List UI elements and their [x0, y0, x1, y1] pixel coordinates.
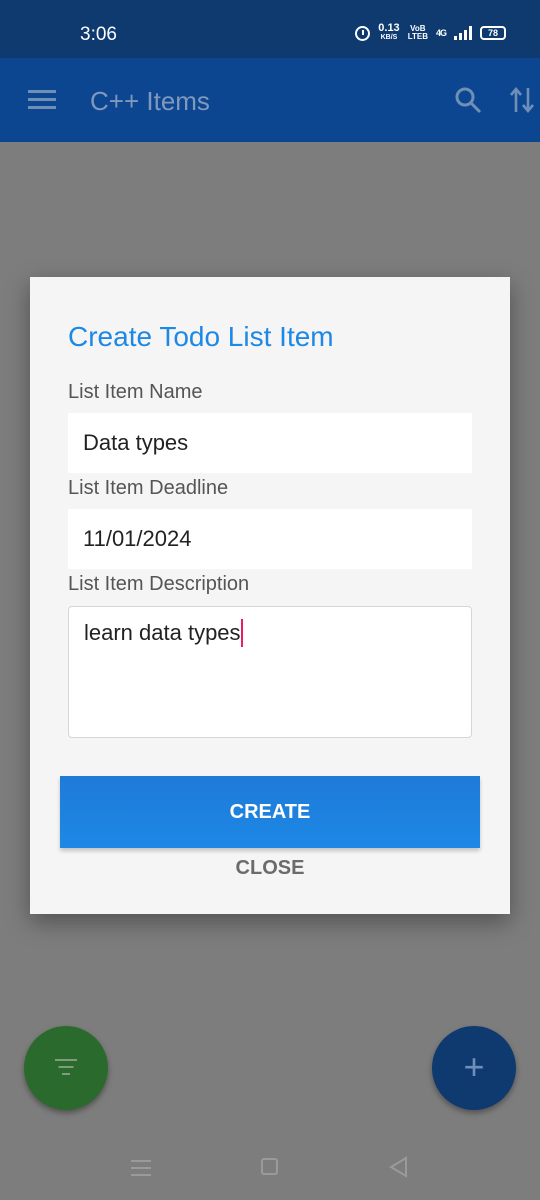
network-type: 4G	[435, 28, 447, 38]
create-todo-dialog: Create Todo List Item List Item Name Dat…	[30, 277, 510, 914]
text-cursor	[240, 619, 243, 647]
network-speed-unit: KB/S	[380, 34, 398, 41]
sort-icon[interactable]	[508, 84, 536, 116]
battery-icon: 78	[480, 26, 506, 40]
description-value: learn data types	[84, 620, 241, 645]
alarm-icon	[355, 25, 371, 41]
back-icon[interactable]	[388, 1156, 408, 1178]
name-label: List Item Name	[68, 381, 203, 403]
search-icon[interactable]	[454, 86, 482, 114]
description-label: List Item Description	[68, 573, 250, 595]
deadline-value: 11/01/2024	[83, 526, 192, 551]
system-nav-bar	[0, 1130, 540, 1200]
status-icons: 0.13 KB/S VoB LTEB 4G 78	[355, 23, 506, 42]
dialog-title: Create Todo List Item	[68, 321, 334, 352]
deadline-input[interactable]: 11/01/2024	[68, 509, 472, 569]
recents-icon[interactable]	[131, 1160, 151, 1181]
name-value: Data types	[83, 430, 189, 455]
home-icon[interactable]	[261, 1158, 278, 1175]
volte-indicator: VoB LTEB	[408, 25, 428, 41]
description-input[interactable]: learn data types	[68, 606, 472, 738]
filter-button[interactable]	[24, 1026, 108, 1110]
name-input[interactable]: Data types	[68, 413, 472, 473]
plus-icon: +	[463, 1046, 485, 1087]
signal-bars-icon	[454, 26, 472, 40]
deadline-label: List Item Deadline	[68, 477, 229, 499]
create-button[interactable]: CREATE	[60, 776, 480, 848]
status-time: 3:06	[80, 24, 117, 45]
network-speed: 0.13 KB/S	[378, 23, 399, 42]
close-button[interactable]: CLOSE	[30, 857, 510, 880]
volte-bottom: LTEB	[407, 32, 428, 41]
app-title: C++ Items	[90, 86, 210, 116]
add-item-button[interactable]: +	[432, 1026, 516, 1110]
menu-icon[interactable]	[28, 90, 56, 110]
status-bar: 3:06 0.13 KB/S VoB LTEB 4G 78	[0, 0, 540, 58]
